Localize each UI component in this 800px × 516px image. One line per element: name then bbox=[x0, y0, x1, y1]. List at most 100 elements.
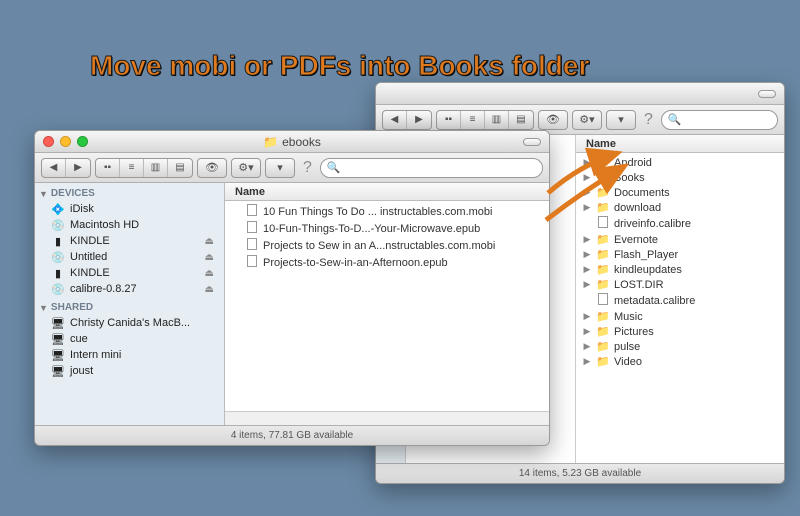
file-icon bbox=[245, 255, 259, 270]
file-row[interactable]: ▶📁Evernote bbox=[576, 232, 784, 247]
sidebar-item[interactable]: 🖥cue bbox=[35, 331, 224, 347]
file-row[interactable]: Projects to Sew in an A...nstructables.c… bbox=[225, 237, 549, 254]
sidebar-item[interactable]: 💿 calibre-0.8.27 ⏏ bbox=[35, 281, 224, 297]
folder-icon: 📁 bbox=[596, 202, 610, 214]
disclosure-triangle[interactable]: ▶ bbox=[582, 341, 592, 352]
file-row[interactable]: driveinfo.calibre bbox=[576, 215, 784, 232]
eject-icon[interactable]: ⏏ bbox=[205, 252, 220, 263]
sidebar-item[interactable]: 🖥Christy Canida's MacB... bbox=[35, 315, 224, 331]
computer-icon: 🖥 bbox=[51, 365, 65, 377]
sidebar-item[interactable]: ▮KINDLE⏏ bbox=[35, 233, 224, 249]
file-row[interactable]: Projects-to-Sew-in-an-Afternoon.epub bbox=[225, 254, 549, 271]
devices-header[interactable]: ▼DEVICES bbox=[35, 183, 224, 201]
folder-icon: 📁 bbox=[596, 172, 610, 184]
file-row[interactable]: ▶📁Pictures bbox=[576, 324, 784, 339]
sidebar-item[interactable]: 💿 Macintosh HD bbox=[35, 217, 224, 233]
eject-icon[interactable]: ⏏ bbox=[205, 268, 220, 279]
search-field[interactable]: 🔍 bbox=[661, 110, 778, 130]
coverflow-view-button[interactable]: ▤ bbox=[509, 111, 533, 129]
file-row[interactable]: 10 Fun Things To Do ... instructables.co… bbox=[225, 203, 549, 220]
device-icon: 💿 bbox=[51, 283, 65, 295]
disclosure-triangle[interactable]: ▶ bbox=[582, 279, 592, 290]
shared-header[interactable]: ▼SHARED bbox=[35, 297, 224, 315]
zoom-button[interactable] bbox=[77, 136, 88, 147]
sidebar-item-label: KINDLE bbox=[70, 267, 110, 279]
list-view-button[interactable]: ≡ bbox=[120, 159, 144, 177]
column-header-name[interactable]: Name bbox=[576, 135, 784, 153]
coverflow-view-button[interactable]: ▤ bbox=[168, 159, 192, 177]
file-row[interactable]: ▶📁pulse bbox=[576, 339, 784, 354]
sidebar-item[interactable]: 💿Untitled⏏ bbox=[35, 249, 224, 265]
dropbox-button[interactable]: ▾ bbox=[606, 110, 636, 130]
help-icon[interactable]: ? bbox=[640, 111, 657, 129]
device-icon: 💿 bbox=[51, 251, 65, 263]
file-row[interactable]: ▶📁Video bbox=[576, 354, 784, 369]
icon-view-button[interactable]: ▪▪ bbox=[437, 111, 461, 129]
quicklook-button[interactable]: 👁 bbox=[538, 110, 568, 130]
action-menu-button[interactable]: ⚙▾ bbox=[572, 110, 602, 130]
folder-icon: 📁 bbox=[596, 187, 610, 199]
quicklook-button[interactable]: 👁 bbox=[197, 158, 227, 178]
back-button[interactable]: ◀ bbox=[42, 159, 66, 177]
file-row[interactable]: ▶📁Android bbox=[576, 155, 784, 170]
disclosure-triangle[interactable]: ▶ bbox=[582, 187, 592, 198]
titlebar[interactable]: KINDLE bbox=[376, 83, 784, 105]
folder-icon: 📁 bbox=[596, 234, 610, 246]
titlebar[interactable]: 📁 ebooks bbox=[35, 131, 549, 153]
disclosure-triangle[interactable]: ▶ bbox=[582, 264, 592, 275]
sidebar-item-label: Macintosh HD bbox=[70, 219, 139, 231]
back-button[interactable]: ◀ bbox=[383, 111, 407, 129]
folder-icon: 📁 bbox=[596, 356, 610, 368]
dropbox-button[interactable]: ▾ bbox=[265, 158, 295, 178]
sidebar-item[interactable]: ▮ KINDLE ⏏ bbox=[35, 265, 224, 281]
sidebar-item-label: joust bbox=[70, 365, 93, 377]
help-icon[interactable]: ? bbox=[299, 159, 316, 177]
disclosure-triangle[interactable]: ▶ bbox=[582, 234, 592, 245]
disclosure-triangle[interactable]: ▶ bbox=[582, 157, 592, 168]
disclosure-triangle[interactable]: ▶ bbox=[582, 202, 592, 213]
sidebar-item-label: calibre-0.8.27 bbox=[70, 283, 137, 295]
file-row[interactable]: ▶📁Flash_Player bbox=[576, 247, 784, 262]
disclosure-triangle[interactable]: ▶ bbox=[582, 311, 592, 322]
disclosure-triangle[interactable]: ▶ bbox=[582, 249, 592, 260]
search-field[interactable]: 🔍 bbox=[320, 158, 543, 178]
file-row[interactable]: metadata.calibre bbox=[576, 292, 784, 309]
close-button[interactable] bbox=[43, 136, 54, 147]
file-row[interactable]: ▶📁Documents bbox=[576, 185, 784, 200]
horizontal-scrollbar[interactable] bbox=[225, 411, 549, 425]
file-row[interactable]: ▶📁Books bbox=[576, 170, 784, 185]
device-icon: 💿 bbox=[51, 219, 65, 231]
column-header-name[interactable]: Name bbox=[225, 183, 549, 201]
device-icon: ▮ bbox=[51, 267, 65, 279]
sidebar-item-label: Intern mini bbox=[70, 349, 121, 361]
file-row[interactable]: ▶📁download bbox=[576, 200, 784, 215]
forward-button[interactable]: ▶ bbox=[407, 111, 431, 129]
eject-icon[interactable]: ⏏ bbox=[205, 284, 220, 295]
list-view-button[interactable]: ≡ bbox=[461, 111, 485, 129]
icon-view-button[interactable]: ▪▪ bbox=[96, 159, 120, 177]
disclosure-triangle[interactable]: ▶ bbox=[582, 356, 592, 367]
file-name: Android bbox=[614, 157, 652, 169]
minimize-button[interactable] bbox=[60, 136, 71, 147]
action-menu-button[interactable]: ⚙▾ bbox=[231, 158, 261, 178]
eject-icon[interactable]: ⏏ bbox=[205, 236, 220, 247]
toolbar-toggle-pill[interactable] bbox=[523, 138, 541, 146]
file-list[interactable]: 10 Fun Things To Do ... instructables.co… bbox=[225, 201, 549, 411]
file-row[interactable]: ▶📁Music bbox=[576, 309, 784, 324]
sidebar-item[interactable]: 🖥Intern mini bbox=[35, 347, 224, 363]
forward-button[interactable]: ▶ bbox=[66, 159, 90, 177]
file-list[interactable]: ▶📁Android▶📁Books▶📁Documents▶📁downloaddri… bbox=[576, 153, 784, 463]
file-column: Name ▶📁Android▶📁Books▶📁Documents▶📁downlo… bbox=[576, 135, 784, 463]
column-view-button[interactable]: ▥ bbox=[485, 111, 509, 129]
disclosure-triangle[interactable]: ▶ bbox=[582, 172, 592, 183]
sidebar-item[interactable]: 🖥 joust bbox=[35, 363, 224, 379]
toolbar-toggle-pill[interactable] bbox=[758, 90, 776, 98]
file-row[interactable]: ▶📁kindleupdates bbox=[576, 262, 784, 277]
file-row[interactable]: 10-Fun-Things-To-D...-Your-Microwave.epu… bbox=[225, 220, 549, 237]
folder-icon: 📁 bbox=[596, 341, 610, 353]
column-view-button[interactable]: ▥ bbox=[144, 159, 168, 177]
file-row[interactable]: ▶📁LOST.DIR bbox=[576, 277, 784, 292]
disclosure-triangle[interactable]: ▶ bbox=[582, 326, 592, 337]
file-name: 10 Fun Things To Do ... instructables.co… bbox=[263, 206, 492, 218]
sidebar-item[interactable]: 💠iDisk bbox=[35, 201, 224, 217]
